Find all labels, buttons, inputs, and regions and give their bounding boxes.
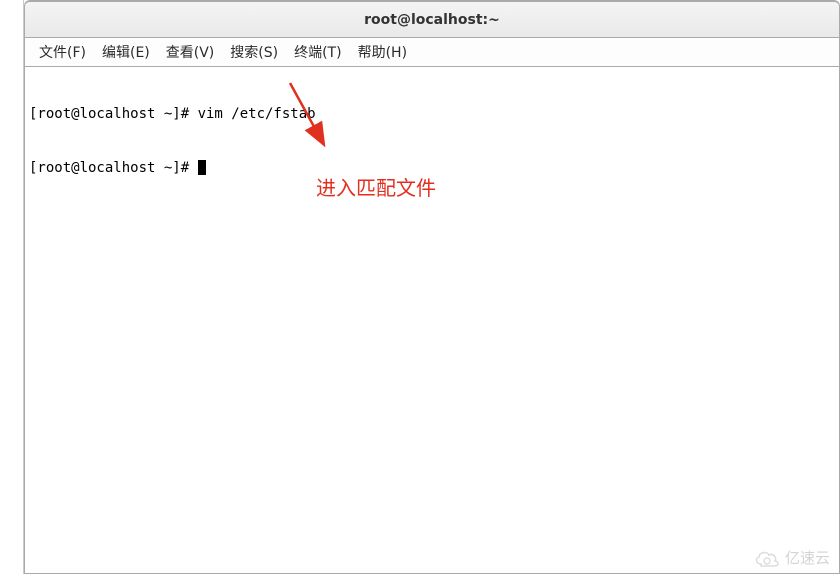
- terminal-window: root@localhost:~ 文件(F) 编辑(E) 查看(V) 搜索(S)…: [24, 0, 840, 574]
- cursor: [198, 160, 206, 175]
- prompt: [root@localhost ~]#: [29, 106, 198, 122]
- menu-help[interactable]: 帮助(H): [350, 40, 415, 64]
- window-title: root@localhost:~: [364, 12, 500, 28]
- menu-edit[interactable]: 编辑(E): [94, 40, 158, 64]
- menu-search[interactable]: 搜索(S): [222, 40, 286, 64]
- terminal-area[interactable]: [root@localhost ~]# vim /etc/fstab [root…: [24, 66, 840, 574]
- menu-view[interactable]: 查看(V): [158, 40, 223, 64]
- command-text: vim /etc/fstab: [198, 106, 316, 122]
- prompt: [root@localhost ~]#: [29, 160, 198, 176]
- outer-panel: [0, 0, 24, 574]
- menubar: 文件(F) 编辑(E) 查看(V) 搜索(S) 终端(T) 帮助(H): [24, 38, 840, 66]
- terminal-line-1: [root@localhost ~]# vim /etc/fstab: [29, 105, 835, 123]
- window-titlebar[interactable]: root@localhost:~: [24, 0, 840, 38]
- terminal-line-2: [root@localhost ~]#: [29, 159, 835, 177]
- menu-terminal[interactable]: 终端(T): [286, 40, 349, 64]
- menu-file[interactable]: 文件(F): [31, 40, 94, 64]
